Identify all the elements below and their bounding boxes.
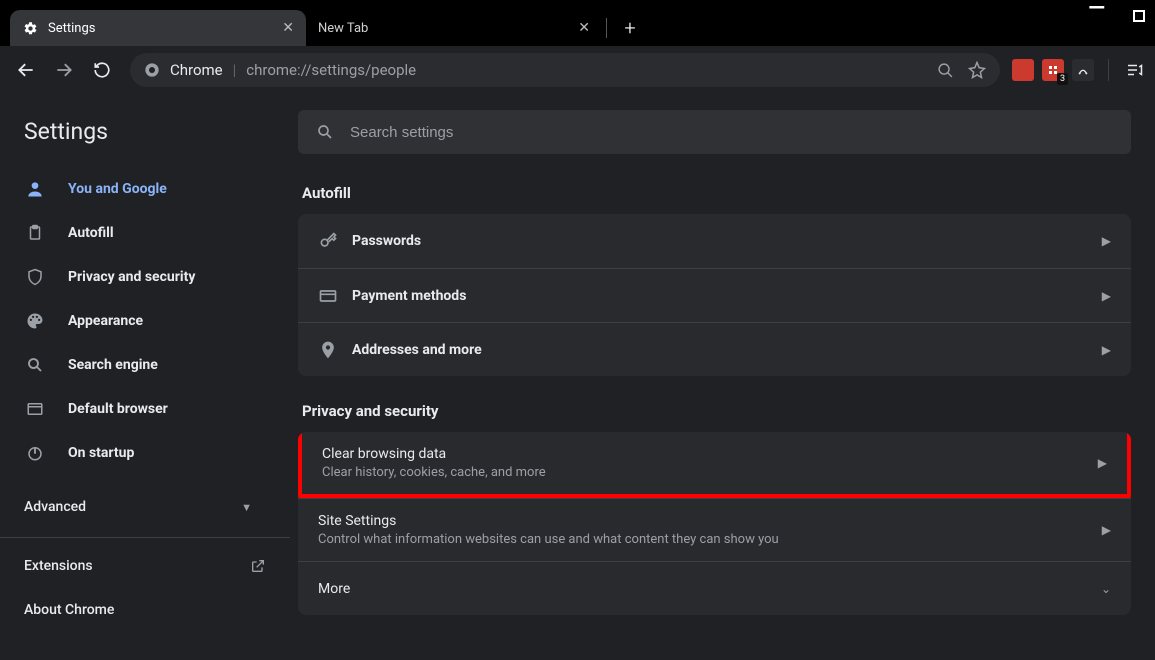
credit-card-icon	[318, 286, 352, 306]
chevron-right-icon: ▶	[1102, 289, 1111, 303]
chevron-right-icon: ▶	[1102, 234, 1111, 248]
page-title: Settings	[0, 118, 290, 167]
row-title: Passwords	[352, 233, 1102, 249]
row-site-settings[interactable]: Site Settings Control what information w…	[298, 498, 1131, 561]
row-title: Payment methods	[352, 288, 1102, 304]
row-clear-browsing-data[interactable]: Clear browsing data Clear history, cooki…	[298, 432, 1131, 498]
search-icon	[316, 123, 334, 141]
key-icon	[318, 231, 352, 251]
tab-strip: Settings ✕ New Tab ✕ +	[0, 0, 1155, 46]
row-privacy-more[interactable]: More ⌄	[298, 561, 1131, 615]
search-icon	[24, 356, 46, 374]
zoom-icon[interactable]	[937, 62, 954, 79]
omnibox-url: chrome://settings/people	[246, 61, 416, 79]
reload-button[interactable]	[86, 54, 118, 86]
sidebar-item-appearance[interactable]: Appearance	[0, 299, 290, 343]
row-passwords[interactable]: Passwords ▶	[298, 214, 1131, 268]
sidebar-advanced-toggle[interactable]: Advanced ▼	[0, 483, 290, 531]
autofill-card: Passwords ▶ Payment methods ▶ Addresses …	[298, 214, 1131, 376]
extension-2-icon[interactable]: 3	[1042, 59, 1064, 81]
section-title-autofill: Autofill	[298, 170, 1131, 214]
sidebar-item-on-startup[interactable]: On startup	[0, 431, 290, 475]
settings-main: Autofill Passwords ▶ Payment methods ▶	[290, 94, 1155, 660]
extension-3-icon[interactable]	[1072, 59, 1094, 81]
person-icon	[24, 179, 46, 199]
close-icon[interactable]: ✕	[578, 20, 590, 36]
forward-button[interactable]	[48, 54, 80, 86]
browser-toolbar: Chrome | chrome://settings/people 3	[0, 46, 1155, 94]
power-icon	[24, 444, 46, 462]
tab-new-tab[interactable]: New Tab ✕	[306, 10, 602, 46]
sidebar-item-about[interactable]: About Chrome	[0, 588, 290, 632]
chevron-right-icon: ▶	[1098, 456, 1107, 470]
window-maximize-icon[interactable]	[1133, 9, 1145, 25]
sidebar-item-label: Privacy and security	[68, 269, 195, 285]
sidebar-item-label: You and Google	[68, 181, 167, 197]
privacy-card: Clear browsing data Clear history, cooki…	[298, 432, 1131, 615]
external-link-icon	[250, 558, 266, 574]
sidebar-item-you-and-google[interactable]: You and Google	[0, 167, 290, 211]
window-minimize-icon[interactable]: —	[1088, 0, 1105, 20]
tab-settings[interactable]: Settings ✕	[10, 10, 306, 46]
toolbar-separator	[1108, 59, 1109, 81]
browser-window-icon	[24, 400, 46, 418]
sidebar-item-label: Default browser	[68, 401, 168, 417]
sidebar-item-label: Autofill	[68, 225, 114, 241]
row-title: Site Settings	[318, 513, 1102, 529]
row-subtitle: Clear history, cookies, cache, and more	[322, 465, 1098, 480]
omnibox-separator: |	[233, 61, 237, 79]
chevron-down-icon: ▼	[241, 501, 252, 514]
sidebar-item-search-engine[interactable]: Search engine	[0, 343, 290, 387]
gear-icon	[22, 20, 38, 36]
tab-separator	[606, 18, 607, 38]
tab-title: New Tab	[318, 21, 368, 36]
bookmark-star-icon[interactable]	[968, 61, 986, 79]
tab-title: Settings	[48, 21, 95, 36]
extension-badge: 3	[1057, 73, 1068, 85]
settings-search-input[interactable]	[350, 124, 1113, 141]
chevron-down-icon: ⌄	[1101, 582, 1111, 596]
sidebar-item-extensions[interactable]: Extensions	[0, 544, 290, 588]
row-payment[interactable]: Payment methods ▶	[298, 268, 1131, 322]
chrome-page-icon	[144, 62, 160, 78]
location-pin-icon	[318, 340, 352, 360]
chevron-right-icon: ▶	[1102, 523, 1111, 537]
row-addresses[interactable]: Addresses and more ▶	[298, 322, 1131, 376]
new-tab-button[interactable]: +	[615, 13, 645, 43]
reading-list-icon[interactable]	[1123, 59, 1145, 81]
section-title-privacy: Privacy and security	[298, 388, 1131, 432]
sidebar-item-autofill[interactable]: Autofill	[0, 211, 290, 255]
shield-icon	[24, 268, 46, 286]
sidebar-advanced-label: Advanced	[24, 499, 86, 515]
palette-icon	[24, 312, 46, 330]
row-subtitle: Control what information websites can us…	[318, 532, 1102, 547]
sidebar-item-label: About Chrome	[24, 602, 114, 618]
row-title: Addresses and more	[352, 342, 1102, 358]
sidebar-divider	[0, 537, 290, 538]
extensions-group: 3	[1012, 59, 1145, 81]
address-bar[interactable]: Chrome | chrome://settings/people	[130, 53, 1000, 87]
omnibox-chip: Chrome	[170, 61, 223, 79]
back-button[interactable]	[10, 54, 42, 86]
sidebar-item-privacy[interactable]: Privacy and security	[0, 255, 290, 299]
chevron-right-icon: ▶	[1102, 343, 1111, 357]
sidebar-item-label: On startup	[68, 445, 134, 461]
sidebar-item-label: Appearance	[68, 313, 143, 329]
close-icon[interactable]: ✕	[282, 20, 294, 36]
extension-1-icon[interactable]	[1012, 59, 1034, 81]
sidebar-item-default-browser[interactable]: Default browser	[0, 387, 290, 431]
settings-sidebar: Settings You and Google Autofill Privacy…	[0, 94, 290, 660]
row-title: More	[318, 581, 1101, 597]
clipboard-icon	[24, 224, 46, 242]
sidebar-item-label: Search engine	[68, 357, 158, 373]
row-title: Clear browsing data	[322, 446, 1098, 462]
sidebar-item-label: Extensions	[24, 558, 93, 574]
settings-search[interactable]	[298, 110, 1131, 154]
